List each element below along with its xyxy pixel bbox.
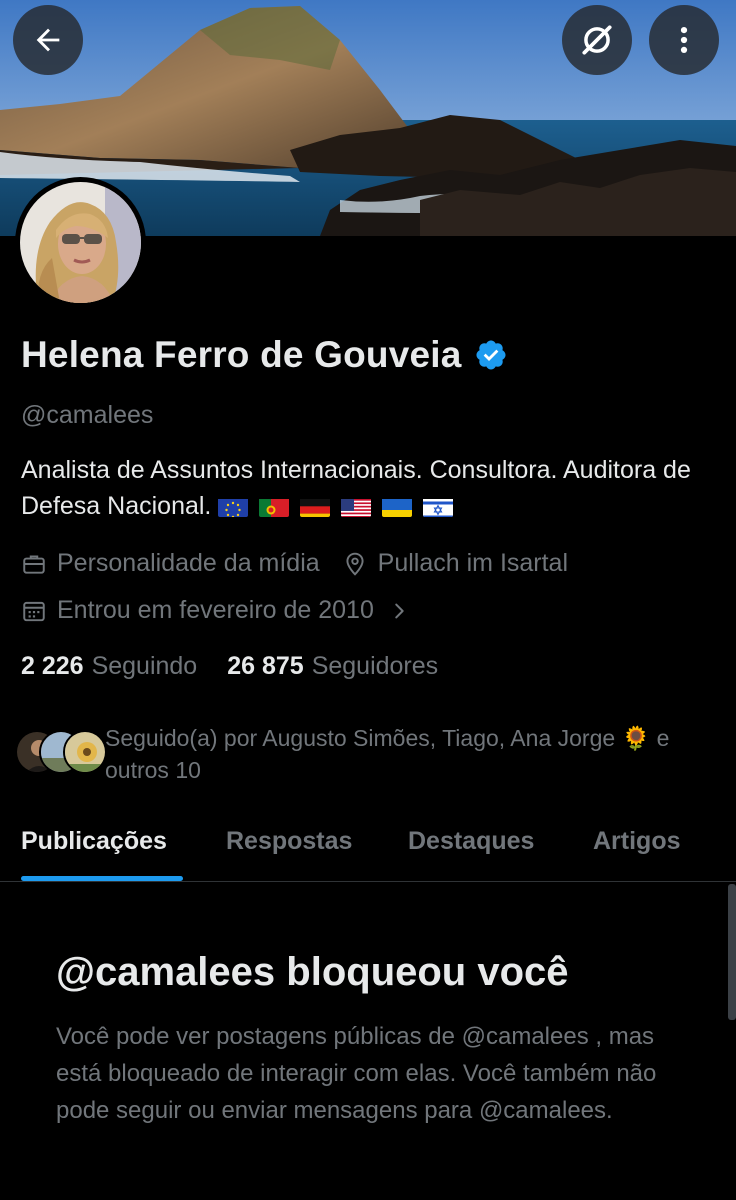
profile-name: Helena Ferro de Gouveia (21, 334, 462, 375)
portugal-flag-icon (259, 495, 290, 517)
avatar (20, 182, 141, 303)
followers-label: Seguidores (311, 652, 439, 680)
chevron-right-icon (395, 603, 404, 618)
profile-stats: 2 226 Seguindo 26 875 Seguidores (21, 652, 438, 681)
more-options-button[interactable] (649, 5, 719, 75)
arrow-left-icon (36, 28, 60, 52)
grok-button[interactable] (562, 5, 632, 75)
profile-meta-row: Personalidade da mídia Pullach im Isarta… (21, 549, 568, 578)
profile-name-row: Helena Ferro de Gouveia (21, 334, 508, 376)
more-vertical-icon (680, 26, 688, 54)
grok-icon (582, 25, 612, 55)
profile-location: Pullach im Isartal (377, 549, 569, 577)
tab-respostas[interactable]: Respostas (226, 827, 352, 856)
followed-by-text: Seguido(a) por Augusto Simões, Tiago, An… (105, 725, 670, 783)
followed-by-avatars (15, 730, 107, 776)
profile-tabs: Publicações Respostas Destaques Artigos (0, 820, 736, 882)
following-link[interactable]: 2 226 Seguindo (21, 652, 197, 681)
briefcase-icon (23, 554, 45, 574)
blocked-title: @camalees bloqueou você (56, 950, 569, 994)
following-label: Seguindo (91, 652, 198, 680)
ukraine-flag-icon (382, 495, 413, 517)
calendar-icon (23, 601, 45, 621)
followers-count: 26 875 (227, 652, 304, 680)
tab-destaques[interactable]: Destaques (408, 827, 534, 856)
tab-artigos[interactable]: Artigos (593, 827, 681, 856)
usa-flag-icon (341, 495, 372, 517)
scrollbar[interactable] (728, 884, 736, 1020)
profile-bio: Analista de Assuntos Internacionais. Con… (21, 452, 721, 524)
following-count: 2 226 (21, 652, 84, 680)
israel-flag-icon (423, 495, 454, 517)
blocked-description: Você pode ver postagens públicas de @cam… (56, 1023, 657, 1124)
followers-link[interactable]: 26 875 Seguidores (227, 652, 438, 681)
profile-handle: @camalees (21, 401, 154, 429)
profile-joined: Entrou em fevereiro de 2010 (57, 596, 374, 624)
avatar (63, 730, 107, 774)
active-tab-indicator (21, 876, 183, 881)
eu-flag-icon (218, 495, 249, 517)
tab-publicacoes[interactable]: Publicações (21, 827, 167, 856)
profile-category: Personalidade da mídia (57, 549, 320, 577)
location-pin-icon (346, 552, 364, 576)
germany-flag-icon (300, 495, 331, 517)
profile-avatar[interactable] (15, 177, 146, 308)
back-button[interactable] (13, 5, 83, 75)
verified-badge-icon[interactable] (474, 338, 508, 372)
profile-joined-row[interactable]: Entrou em fevereiro de 2010 (21, 596, 410, 625)
